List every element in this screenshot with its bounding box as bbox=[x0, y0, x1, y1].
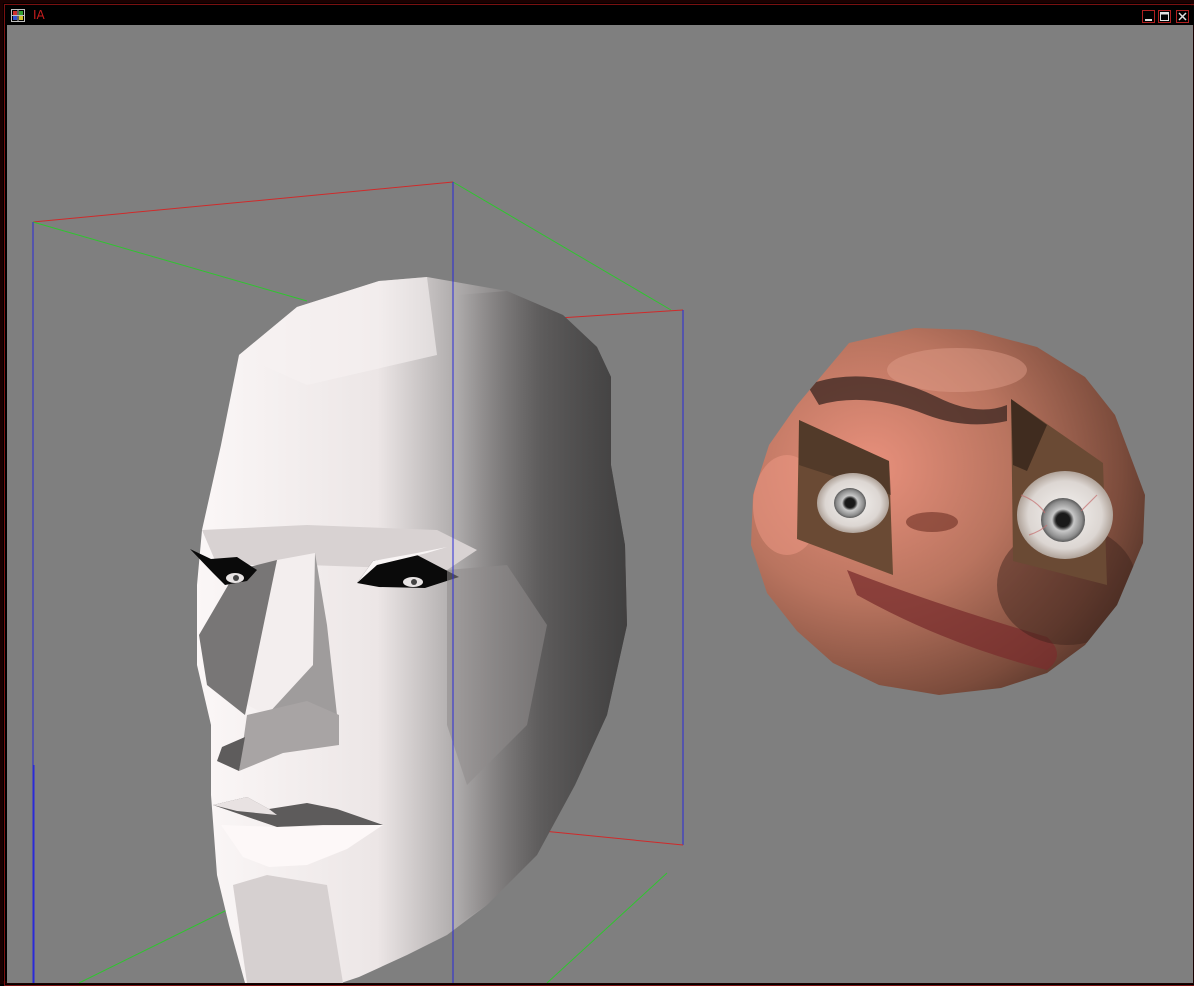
app-window: IA bbox=[0, 0, 1194, 986]
nose-texture bbox=[906, 512, 958, 532]
close-button[interactable] bbox=[1176, 10, 1189, 23]
left-pupil bbox=[233, 575, 239, 581]
left-pupil-texture bbox=[845, 498, 855, 508]
minimize-button[interactable] bbox=[1142, 10, 1155, 23]
minimize-icon bbox=[1145, 19, 1152, 21]
right-pupil bbox=[411, 579, 417, 585]
bbox-edge-x-bottom bbox=[542, 830, 684, 846]
chin-shadow bbox=[233, 875, 343, 983]
textured-sphere[interactable] bbox=[751, 328, 1145, 695]
bbox-edge-y-top bbox=[32, 221, 308, 302]
3d-viewport[interactable] bbox=[7, 25, 1193, 983]
bbox-edge-x-right bbox=[558, 309, 684, 319]
shaded-head-model[interactable] bbox=[190, 277, 627, 983]
forehead-highlight bbox=[887, 348, 1027, 392]
bbox-edge-y-bottom-left bbox=[78, 906, 234, 983]
maximize-button[interactable] bbox=[1158, 10, 1171, 23]
bbox-edge-x-top bbox=[32, 181, 454, 223]
title-bar[interactable]: IA bbox=[6, 6, 1194, 25]
right-pupil-texture bbox=[1056, 513, 1070, 527]
close-icon bbox=[1178, 12, 1187, 21]
bbox-edge-y-bottom-right bbox=[546, 872, 668, 983]
window-title: IA bbox=[33, 8, 45, 22]
grid-app-icon[interactable] bbox=[11, 9, 25, 22]
maximize-icon bbox=[1160, 12, 1169, 21]
scene-canvas bbox=[32, 181, 1145, 983]
